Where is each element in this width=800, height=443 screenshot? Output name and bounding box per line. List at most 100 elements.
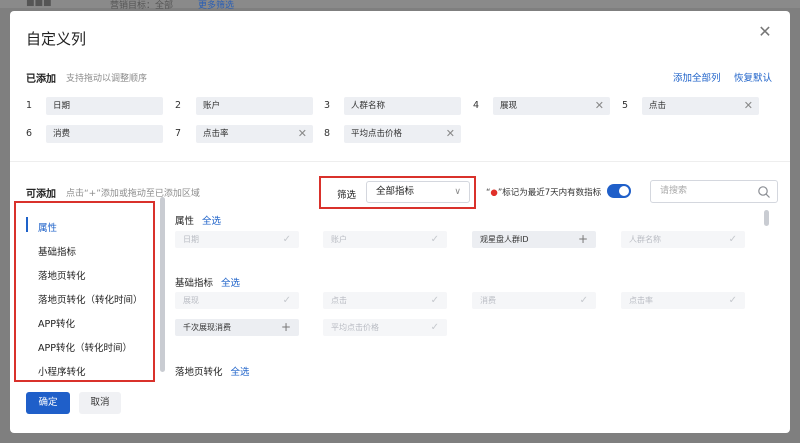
select-value: 全部指标 xyxy=(376,186,415,197)
check-icon: ✓ xyxy=(282,295,291,306)
select-all-link[interactable]: 全选 xyxy=(221,278,240,289)
category-basic-metrics[interactable]: 基础指标 xyxy=(38,244,76,258)
added-column-chip[interactable]: 平均点击价格 ✕ xyxy=(344,125,461,143)
available-section-hint: 点击“+”添加或拖动至已添加区域 xyxy=(66,189,200,199)
added-section-hint: 支持拖动以调整顺序 xyxy=(66,74,148,84)
background-fragment: ■■■ xyxy=(26,0,52,8)
chip-label: 点击率 xyxy=(203,129,229,139)
cancel-button[interactable]: 取消 xyxy=(79,392,121,414)
metrics-scrollbar[interactable] xyxy=(764,210,769,226)
chip-label: 日期 xyxy=(53,101,71,111)
available-section-label: 可添加 xyxy=(26,189,56,200)
filter-label: 筛选 xyxy=(337,190,357,201)
check-icon: ✓ xyxy=(282,234,291,245)
added-column-chip[interactable]: 点击率 ✕ xyxy=(196,125,313,143)
metric-chip-impressions: 展现 ✓ xyxy=(175,292,299,309)
group-landing-label: 落地页转化 全选 xyxy=(175,364,250,378)
recent-data-dot-icon: ● xyxy=(490,188,498,198)
close-icon[interactable]: ✕ xyxy=(756,23,774,41)
restore-default-link[interactable]: 恢复默认 xyxy=(734,70,772,84)
recent-data-marker-note: “●”标记为最近7天内有数指标 xyxy=(486,188,602,198)
chip-label: 人群名称 xyxy=(629,235,661,244)
recent-data-toggle[interactable] xyxy=(607,184,631,198)
add-icon[interactable]: + xyxy=(281,319,291,336)
chip-label: 展现 xyxy=(500,101,518,111)
select-all-link[interactable]: 全选 xyxy=(202,216,221,227)
added-item-index: 3 xyxy=(324,100,331,111)
metric-chip-date: 日期 ✓ xyxy=(175,231,299,248)
add-icon[interactable]: + xyxy=(578,231,588,248)
section-divider xyxy=(10,161,790,162)
metric-filter-select[interactable]: 全部指标 ∨ xyxy=(366,181,470,203)
category-app-conversion-time[interactable]: APP转化（转化时间） xyxy=(38,340,132,354)
added-item-index: 6 xyxy=(26,128,33,139)
background-fragment: 营销目标：全部 xyxy=(110,1,174,11)
background-link: 更多筛选 xyxy=(198,1,235,11)
added-item-index: 4 xyxy=(473,100,480,111)
search-box[interactable] xyxy=(650,180,778,203)
remove-icon[interactable]: ✕ xyxy=(298,125,307,143)
chip-label: 点击 xyxy=(649,101,667,111)
group-title: 基础指标 xyxy=(175,278,214,289)
check-icon: ✓ xyxy=(579,295,588,306)
chip-label: 千次展现消费 xyxy=(183,323,231,332)
add-all-columns-link[interactable]: 添加全部列 xyxy=(673,70,721,84)
category-attr[interactable]: 属性 xyxy=(38,220,57,234)
custom-columns-dialog: 自定义列 ✕ 已添加 支持拖动以调整顺序 添加全部列 恢复默认 1 日期 2 账… xyxy=(10,11,790,433)
check-icon: ✓ xyxy=(728,295,737,306)
metric-chip-avg-cpc: 平均点击价格 ✓ xyxy=(323,319,447,336)
chip-label: 账户 xyxy=(203,101,221,111)
check-icon: ✓ xyxy=(430,295,439,306)
chevron-down-icon: ∨ xyxy=(454,187,461,197)
toggle-knob xyxy=(619,186,629,196)
category-miniprogram-conversion[interactable]: 小程序转化 xyxy=(38,364,86,378)
chip-label: 人群名称 xyxy=(351,101,386,111)
added-item-index: 8 xyxy=(324,128,331,139)
remove-icon[interactable]: ✕ xyxy=(446,125,455,143)
remove-icon[interactable]: ✕ xyxy=(744,97,753,115)
added-column-chip[interactable]: 消费 xyxy=(46,125,163,143)
dialog-title: 自定义列 xyxy=(26,30,87,48)
chip-label: 账户 xyxy=(331,235,347,244)
metric-chip-clicks: 点击 ✓ xyxy=(323,292,447,309)
active-category-indicator xyxy=(26,217,28,232)
check-icon: ✓ xyxy=(430,234,439,245)
background-toolbar: ■■■ 营销目标：全部 更多筛选 xyxy=(0,0,800,11)
added-column-chip[interactable]: 点击 ✕ xyxy=(642,97,759,115)
category-landing-conversion-time[interactable]: 落地页转化（转化时间） xyxy=(38,292,143,306)
select-all-link[interactable]: 全选 xyxy=(231,367,250,378)
added-column-chip[interactable]: 人群名称 xyxy=(344,97,461,115)
chip-label: 平均点击价格 xyxy=(331,323,379,332)
category-landing-conversion[interactable]: 落地页转化 xyxy=(38,268,86,282)
remove-icon[interactable]: ✕ xyxy=(595,97,604,115)
metric-chip-ctr: 点击率 ✓ xyxy=(621,292,745,309)
category-app-conversion[interactable]: APP转化 xyxy=(38,316,75,330)
metric-chip-audience-id[interactable]: 观星盘人群ID + xyxy=(472,231,596,248)
chip-label: 观星盘人群ID xyxy=(480,235,529,244)
metric-chip-account: 账户 ✓ xyxy=(323,231,447,248)
chip-label: 消费 xyxy=(480,296,496,305)
added-item-index: 2 xyxy=(175,100,182,111)
chip-label: 消费 xyxy=(53,129,71,139)
added-item-index: 5 xyxy=(622,100,629,111)
confirm-button[interactable]: 确定 xyxy=(26,392,70,414)
added-column-chip[interactable]: 展现 ✕ xyxy=(493,97,610,115)
metric-chip-cost: 消费 ✓ xyxy=(472,292,596,309)
added-column-chip[interactable]: 账户 xyxy=(196,97,313,115)
search-input[interactable] xyxy=(660,184,750,198)
added-column-chip[interactable]: 日期 xyxy=(46,97,163,115)
chip-label: 展现 xyxy=(183,296,199,305)
category-scrollbar[interactable] xyxy=(160,197,165,372)
group-title: 落地页转化 xyxy=(175,367,223,378)
added-item-index: 7 xyxy=(175,128,182,139)
chip-label: 平均点击价格 xyxy=(351,129,403,139)
metric-chip-cpm[interactable]: 千次展现消费 + xyxy=(175,319,299,336)
check-icon: ✓ xyxy=(430,322,439,333)
chip-label: 点击 xyxy=(331,296,347,305)
search-icon[interactable] xyxy=(757,185,771,199)
chip-label: 日期 xyxy=(183,235,199,244)
group-title: 属性 xyxy=(175,216,195,227)
added-section-label: 已添加 xyxy=(26,74,56,85)
check-icon: ✓ xyxy=(728,234,737,245)
group-basic-label: 基础指标 全选 xyxy=(175,275,240,289)
